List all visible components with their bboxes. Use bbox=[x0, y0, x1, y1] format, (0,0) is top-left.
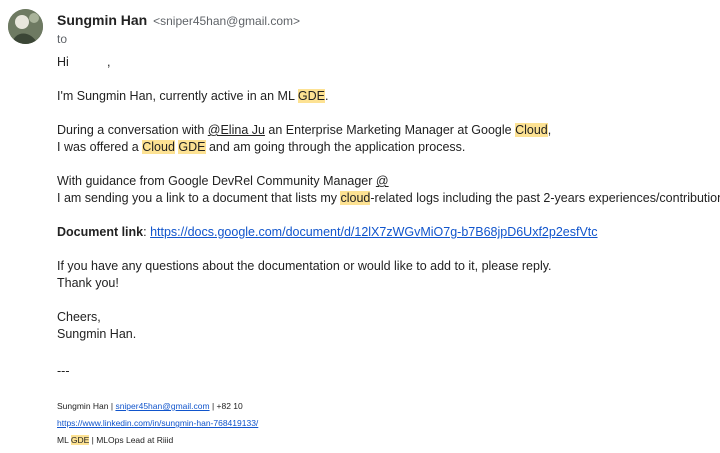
para2-line2-a: I was offered a bbox=[57, 140, 143, 154]
avatar-photo bbox=[8, 9, 43, 44]
mention-community-manager[interactable]: @ bbox=[376, 174, 389, 188]
highlight-gde: GDE bbox=[70, 435, 90, 445]
highlight-cloud: Cloud bbox=[142, 140, 175, 154]
sender-line: Sungmin Han <sniper45han@gmail.com> bbox=[57, 12, 300, 28]
conversation-paragraph: During a conversation with @Elina Ju an … bbox=[57, 122, 707, 156]
signature-email-link[interactable]: sniper45han@gmail.com bbox=[115, 401, 209, 411]
para2-text-c: , bbox=[547, 123, 552, 137]
signature-role-a: ML bbox=[57, 435, 71, 445]
document-link-paragraph: Document link: https://docs.google.com/d… bbox=[57, 224, 707, 241]
para2-line2-b: and am going through the application pro… bbox=[205, 140, 466, 154]
email-body: Hi , I'm Sungmin Han, currently active i… bbox=[57, 54, 720, 449]
signature-line2: https://www.linkedin.com/in/sungmin-han-… bbox=[57, 415, 707, 432]
para2-text-a: During a conversation with bbox=[57, 123, 208, 137]
recipient-label[interactable]: to bbox=[57, 32, 67, 46]
intro-paragraph: I'm Sungmin Han, currently active in an … bbox=[57, 88, 707, 105]
sender-name[interactable]: Sungmin Han bbox=[57, 12, 147, 28]
greeting: Hi , bbox=[57, 54, 707, 71]
signature-line1: Sungmin Han | sniper45han@gmail.com | +8… bbox=[57, 398, 707, 415]
avatar[interactable] bbox=[8, 9, 43, 44]
signature-block: Sungmin Han | sniper45han@gmail.com | +8… bbox=[57, 398, 707, 449]
highlight-cloud: cloud bbox=[340, 191, 371, 205]
para3-line1: With guidance from Google DevRel Communi… bbox=[57, 174, 376, 188]
greeting-text: Hi bbox=[57, 55, 69, 69]
signoff: Cheers, Sungmin Han. bbox=[57, 309, 707, 343]
highlight-gde: GDE bbox=[178, 140, 206, 154]
mention-elina-ju[interactable]: @Elina Ju bbox=[208, 123, 265, 137]
para3-line2-a: I am sending you a link to a document th… bbox=[57, 191, 341, 205]
document-link[interactable]: https://docs.google.com/document/d/12lX7… bbox=[150, 225, 597, 239]
signature-phone: | +82 10 bbox=[209, 401, 243, 411]
signature-linkedin-link[interactable]: https://www.linkedin.com/in/sungmin-han-… bbox=[57, 418, 258, 428]
para2-text-b: an Enterprise Marketing Manager at Googl… bbox=[264, 123, 516, 137]
greeting-tail: , bbox=[107, 55, 111, 69]
closing-line1: If you have any questions about the docu… bbox=[57, 259, 552, 273]
closing-line2: Thank you! bbox=[57, 276, 119, 290]
intro-end: . bbox=[325, 89, 329, 103]
signature-role-b: | MLOps Lead at Riiid bbox=[89, 435, 174, 445]
signoff-line1: Cheers, bbox=[57, 310, 101, 324]
para3-line2-b: -related logs including the past 2-years… bbox=[370, 191, 720, 205]
closing-paragraph: If you have any questions about the docu… bbox=[57, 258, 707, 292]
document-link-label: Document link bbox=[57, 225, 144, 239]
intro-text: I'm Sungmin Han, currently active in an … bbox=[57, 89, 298, 103]
signoff-line2: Sungmin Han. bbox=[57, 327, 137, 341]
signature-line3: ML GDE | MLOps Lead at Riiid bbox=[57, 432, 707, 449]
guidance-paragraph: With guidance from Google DevRel Communi… bbox=[57, 173, 720, 207]
sender-email: <sniper45han@gmail.com> bbox=[153, 14, 301, 28]
signature-separator: --- bbox=[57, 364, 70, 378]
highlight-cloud: Cloud bbox=[515, 123, 548, 137]
highlight-gde: GDE bbox=[297, 89, 326, 103]
signature-name: Sungmin Han | bbox=[57, 401, 116, 411]
